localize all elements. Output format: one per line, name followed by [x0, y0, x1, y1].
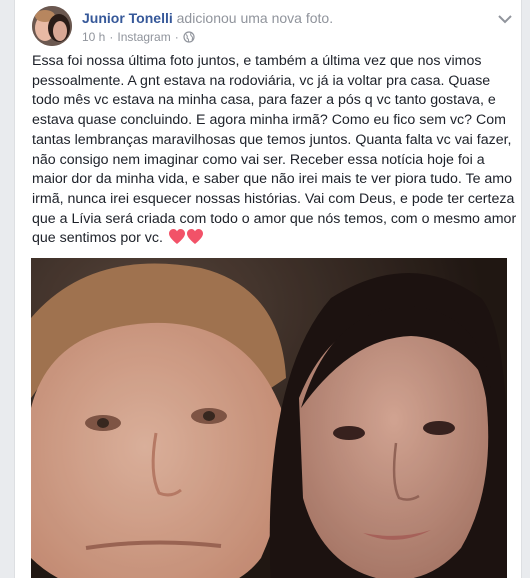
avatar[interactable] [32, 6, 72, 46]
post-card: Junior Tonelli adicionou uma nova foto. … [14, 0, 522, 578]
globe-icon[interactable] [183, 31, 195, 43]
post-time[interactable]: 10 h [82, 30, 105, 44]
post-body: Essa foi nossa última foto juntos, e tam… [32, 52, 518, 252]
post-action: adicionou uma nova foto. [176, 10, 334, 26]
author-line: Junior Tonelli adicionou uma nova foto. [82, 10, 333, 26]
post-source[interactable]: Instagram [117, 30, 170, 44]
meta-separator: · [109, 30, 114, 44]
post-header: Junior Tonelli adicionou uma nova foto. … [32, 6, 513, 48]
chevron-down-icon[interactable] [497, 12, 513, 24]
post-text: Essa foi nossa última foto juntos, e tam… [32, 53, 517, 247]
post-photo[interactable] [31, 258, 507, 578]
author-name[interactable]: Junior Tonelli [82, 10, 173, 26]
meta-separator: · [174, 30, 179, 44]
two-hearts-icon [168, 229, 203, 252]
post-meta: 10 h · Instagram · [82, 30, 195, 44]
